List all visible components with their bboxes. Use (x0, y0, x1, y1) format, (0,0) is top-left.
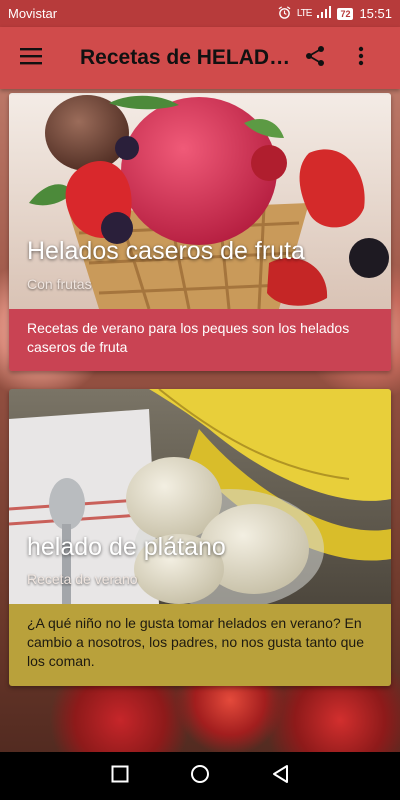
home-button[interactable] (180, 756, 220, 796)
recipe-card[interactable]: Helados caseros de fruta Con frutas Rece… (9, 93, 391, 371)
share-icon (304, 45, 326, 72)
carrier-label: Movistar (8, 6, 58, 21)
battery-icon: 72 (337, 7, 354, 20)
app-bar: Recetas de HELADOS (0, 27, 400, 89)
network-label: LTE (296, 8, 313, 19)
more-vert-icon (358, 46, 364, 71)
alarm-icon (278, 5, 291, 22)
triangle-back-icon (271, 764, 289, 789)
overflow-menu-button[interactable] (338, 27, 384, 89)
system-nav-bar (0, 752, 400, 800)
signal-icon (317, 6, 332, 21)
card-description: Recetas de verano para los peques son lo… (9, 309, 391, 371)
card-title: Helados caseros de fruta (27, 237, 305, 265)
square-recents-icon (111, 765, 129, 788)
recents-button[interactable] (100, 756, 140, 796)
circle-home-icon (190, 764, 210, 789)
card-description: ¿A qué niño no le gusta tomar helados en… (9, 604, 391, 686)
status-icons: LTE 72 15:51 (278, 5, 392, 22)
hamburger-menu-icon (20, 47, 42, 70)
card-subtitle: Receta de verano (27, 571, 138, 587)
menu-button[interactable] (0, 27, 62, 89)
status-bar: Movistar LTE 72 15:51 (0, 0, 400, 27)
card-subtitle: Con frutas (27, 276, 92, 292)
card-title: helado de plátano (27, 533, 226, 561)
page-title: Recetas de HELADOS (80, 46, 292, 69)
recipe-card[interactable]: helado de plátano Receta de verano ¿A qu… (9, 389, 391, 686)
clock: 15:51 (359, 6, 392, 21)
back-button[interactable] (260, 756, 300, 796)
share-button[interactable] (292, 27, 338, 89)
